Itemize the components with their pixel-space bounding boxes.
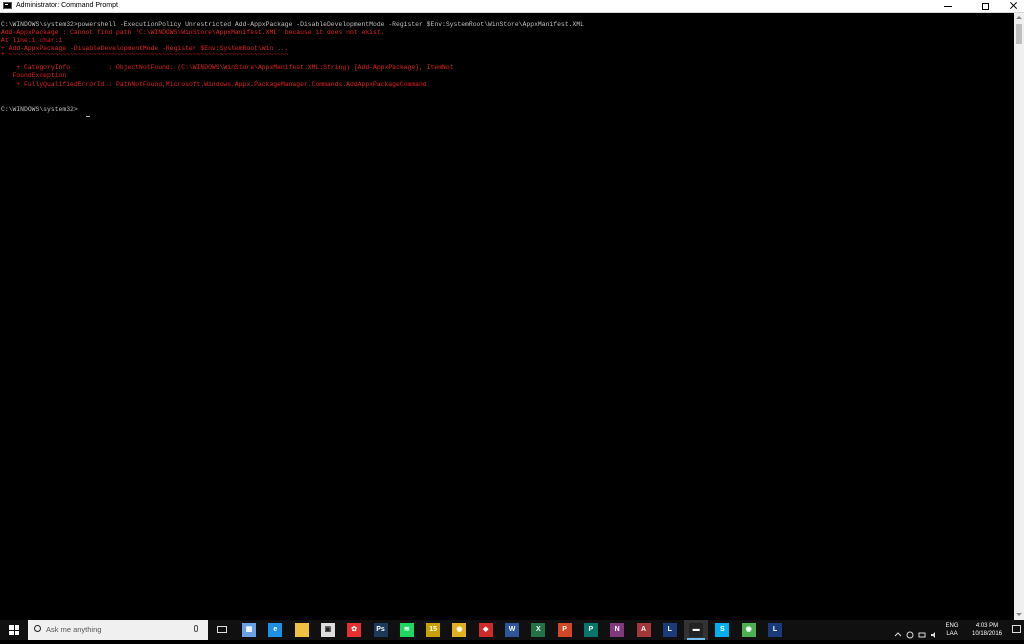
taskbar-item-word[interactable]: W <box>500 620 524 640</box>
powerpoint-icon: P <box>557 623 572 637</box>
access-icon: A <box>636 623 651 637</box>
chevron-up-icon[interactable] <box>894 626 902 637</box>
clock-date: 10/18/2016 <box>971 631 1003 637</box>
task-view-button[interactable] <box>212 620 232 640</box>
error-underline: + ~~~~~~~~~~~~~~~~~~~~~~~~~~~~~~~~~~~~~~… <box>1 51 289 58</box>
chrome-2-icon: ◉ <box>741 623 756 637</box>
search-icon <box>34 625 41 632</box>
close-button[interactable] <box>1004 0 1024 12</box>
taskbar-item-spotify[interactable]: ≋ <box>395 620 419 640</box>
error-line: FoundException <box>1 72 67 79</box>
system-tray: ENG LAA 4:03 PM 10/18/2016 <box>890 620 1024 640</box>
scroll-down-arrow-icon[interactable] <box>1014 610 1024 620</box>
title-bar[interactable]: Administrator: Command Prompt <box>0 0 1024 13</box>
maximize-button[interactable] <box>976 0 996 12</box>
taskbar-item-chrome[interactable]: ◉ <box>447 620 471 640</box>
taskbar-item-app-red[interactable]: ✿ <box>342 620 366 640</box>
calendar-icon: 15 <box>426 623 441 637</box>
command-prompt-icon[interactable] <box>3 2 12 9</box>
taskbar-item-edge[interactable]: e <box>263 620 287 640</box>
scroll-thumb[interactable] <box>1016 24 1022 44</box>
taskbar-item-app-15[interactable]: 15 <box>421 620 445 640</box>
window-title: Administrator: Command Prompt <box>16 2 118 9</box>
folder-icon <box>294 623 309 637</box>
taskbar-item-onenote[interactable]: N <box>605 620 629 640</box>
volume-icon[interactable] <box>930 626 938 638</box>
taskbar: Ask me anything ▦ e ▣ ✿ Ps ≋ 15 ◉ ◆ W X P P N A L ▬ S ◉ L E… <box>0 620 1024 640</box>
taskbar-item-app-red-2[interactable]: ◆ <box>474 620 498 640</box>
taskbar-item-command-prompt[interactable]: ▬ <box>684 620 709 640</box>
clock-time: 4:03 PM <box>975 623 999 629</box>
console-output[interactable]: C:\WINDOWS\system32>powershell -Executio… <box>0 13 1014 620</box>
taskbar-item-chrome-2[interactable]: ◉ <box>737 620 761 640</box>
taskbar-item-app-l[interactable]: L <box>658 620 682 640</box>
taskbar-item-excel[interactable]: X <box>526 620 550 640</box>
prompt-line: C:\WINDOWS\system32> <box>1 106 78 113</box>
word-icon: W <box>505 623 519 637</box>
photoshop-icon: Ps <box>373 623 388 637</box>
taskbar-item-powerpoint[interactable]: P <box>553 620 577 640</box>
start-button[interactable] <box>0 620 28 640</box>
error-line: + FullyQualifiedErrorId : PathNotFound,M… <box>1 81 427 88</box>
edge-icon: e <box>268 623 283 637</box>
taskbar-item-access[interactable]: A <box>632 620 656 640</box>
command-line: C:\WINDOWS\system32>powershell -Executio… <box>1 21 584 28</box>
taskbar-item-app-l-2[interactable]: L <box>763 620 787 640</box>
taskbar-item-file-explorer[interactable] <box>290 620 314 640</box>
minimize-button[interactable] <box>938 0 958 12</box>
scroll-up-arrow-icon[interactable] <box>1014 13 1024 23</box>
taskbar-item-store[interactable]: ▣ <box>316 620 340 640</box>
taskbar-item-calculator[interactable]: ▦ <box>237 620 261 640</box>
onenote-icon: N <box>610 623 625 637</box>
store-icon: ▣ <box>320 623 335 637</box>
error-line: At line:1 char:1 <box>1 37 63 44</box>
taskbar-item-photoshop[interactable]: Ps <box>369 620 393 640</box>
chrome-icon: ◉ <box>452 623 467 637</box>
search-box[interactable]: Ask me anything <box>28 620 208 640</box>
network-icon[interactable] <box>918 626 926 638</box>
excel-icon: X <box>531 623 546 637</box>
publisher-icon: P <box>583 623 598 637</box>
calculator-icon: ▦ <box>242 623 256 637</box>
app-l-2-icon: L <box>768 623 782 637</box>
app-red-icon: ✿ <box>347 623 362 637</box>
skype-icon: S <box>715 623 730 637</box>
clock[interactable]: 4:03 PM 10/18/2016 <box>964 622 1010 638</box>
taskbar-item-skype[interactable]: S <box>710 620 734 640</box>
error-line: + CategoryInfo : ObjectNotFound: (C:\WIN… <box>1 64 454 71</box>
keyboard-layout: LAA <box>946 631 958 637</box>
vertical-scrollbar[interactable] <box>1014 13 1024 620</box>
windows-logo-icon <box>9 625 19 635</box>
search-input[interactable]: Ask me anything <box>46 620 101 640</box>
sync-icon[interactable] <box>906 626 914 639</box>
language-indicator[interactable]: ENG LAA <box>942 622 962 638</box>
taskbar-item-publisher[interactable]: P <box>579 620 603 640</box>
text-cursor <box>86 116 90 117</box>
spotify-icon: ≋ <box>399 623 414 637</box>
command-prompt-icon: ▬ <box>689 623 704 637</box>
microphone-icon[interactable] <box>194 625 198 632</box>
app-l-icon: L <box>662 623 677 637</box>
app-red-2-icon: ◆ <box>478 623 493 637</box>
language-code: ENG <box>945 623 959 629</box>
error-line: Add-AppxPackage : Cannot find path 'C:\W… <box>1 29 385 36</box>
action-center-icon[interactable] <box>1012 625 1021 633</box>
